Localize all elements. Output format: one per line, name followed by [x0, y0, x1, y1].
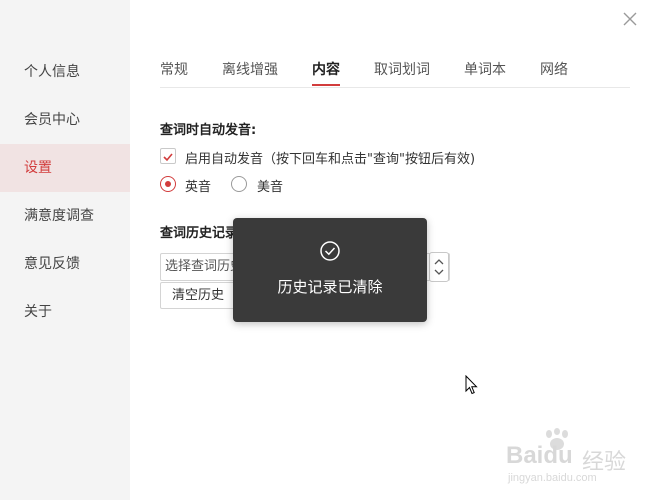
tab-offline[interactable]: 离线增强 [222, 59, 278, 87]
watermark-brand: Baidu [506, 442, 573, 469]
clear-history-button[interactable]: 清空历史 [160, 282, 236, 309]
tab-wordbook[interactable]: 单词本 [464, 59, 506, 87]
history-spinner[interactable] [429, 252, 449, 282]
active-tab-indicator [312, 84, 340, 86]
sidebar: 个人信息 会员中心 设置 满意度调查 意见反馈 关于 [0, 0, 130, 500]
sidebar-item-feedback[interactable]: 意见反馈 [0, 240, 130, 288]
sidebar-item-personal-info[interactable]: 个人信息 [0, 48, 130, 96]
check-circle-icon [320, 241, 340, 261]
radio-uk-pronunciation[interactable] [160, 176, 176, 192]
history-select-placeholder: 选择查词历史 [165, 259, 244, 274]
tab-content[interactable]: 内容 [312, 59, 340, 87]
sidebar-item-survey[interactable]: 满意度调查 [0, 192, 130, 240]
tab-bar: 常规 离线增强 内容 取词划词 单词本 网络 [160, 50, 630, 88]
watermark-url: jingyan.baidu.com [508, 472, 597, 484]
auto-pronounce-checkbox[interactable] [160, 148, 176, 164]
watermark: Baidu 经验 jingyan.baidu.com [502, 428, 632, 490]
check-icon [163, 153, 173, 162]
sidebar-item-member-center[interactable]: 会员中心 [0, 96, 130, 144]
close-button[interactable] [619, 8, 641, 30]
toast-notification: 历史记录已清除 [233, 218, 427, 322]
pronunciation-section-title: 查词时自动发音: [160, 123, 257, 138]
radio-us-pronunciation[interactable] [231, 176, 247, 192]
close-icon [623, 12, 637, 26]
tab-word-capture[interactable]: 取词划词 [374, 59, 430, 87]
radio-us-label: 美音 [257, 180, 284, 195]
history-section-title: 查词历史记录 [160, 226, 239, 241]
tab-general[interactable]: 常规 [160, 59, 188, 87]
mouse-cursor-icon [465, 375, 478, 395]
toast-message: 历史记录已清除 [277, 278, 383, 296]
sidebar-item-about[interactable]: 关于 [0, 288, 130, 336]
auto-pronounce-label: 启用自动发音（按下回车和点击"查询"按钮后有效) [185, 152, 476, 167]
tab-network[interactable]: 网络 [540, 59, 568, 87]
chevron-updown-icon [434, 259, 444, 275]
sidebar-item-settings[interactable]: 设置 [0, 144, 130, 192]
radio-uk-label: 英音 [185, 180, 212, 195]
